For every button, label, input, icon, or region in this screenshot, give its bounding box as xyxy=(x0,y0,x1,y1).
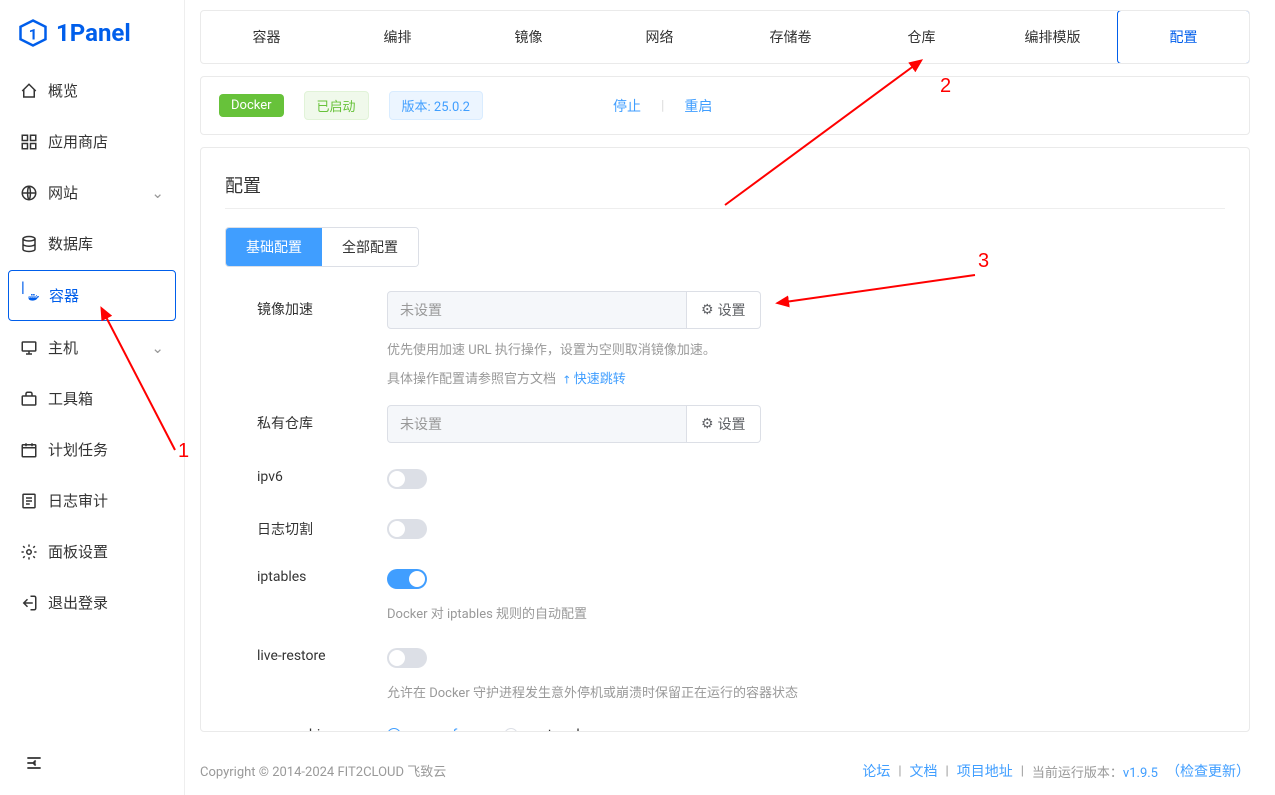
toolbox-icon xyxy=(20,390,38,408)
docker-badge: Docker xyxy=(219,94,284,117)
sidebar-item-appstore[interactable]: 应用商店 xyxy=(8,117,176,166)
footer-version: 当前运行版本：v1.9.5 xyxy=(1032,762,1158,781)
host-icon xyxy=(20,339,38,357)
sidebar-label: 数据库 xyxy=(48,233,93,254)
mirror-set-button[interactable]: ⚙ 设置 xyxy=(687,291,761,329)
logo-icon: 1 xyxy=(18,18,48,48)
liverestore-help: 允许在 Docker 守护进程发生意外停机或崩溃时保留正在运行的容器状态 xyxy=(387,682,987,701)
sidebar-label: 容器 xyxy=(49,285,79,306)
sidebar-item-host[interactable]: 主机 ⌄ xyxy=(8,323,176,372)
sidebar-label: 工具箱 xyxy=(48,388,93,409)
sidebar-item-website[interactable]: 网站 ⌄ xyxy=(8,168,176,217)
sidebar-item-logout[interactable]: 退出登录 xyxy=(8,578,176,627)
logcut-switch[interactable] xyxy=(387,519,427,539)
tab-config[interactable]: 配置 xyxy=(1117,10,1250,64)
sidebar-item-database[interactable]: 数据库 xyxy=(8,219,176,268)
calendar-icon xyxy=(20,441,38,459)
footer-project[interactable]: 项目地址 xyxy=(957,761,1013,781)
radio-icon xyxy=(387,728,401,732)
gear-icon: ⚙ xyxy=(701,416,714,432)
repo-label: 私有仓库 xyxy=(257,405,387,433)
tab-template[interactable]: 编排模版 xyxy=(987,11,1118,63)
chevron-down-icon: ⌄ xyxy=(151,339,164,357)
logo: 1 1Panel xyxy=(0,0,184,66)
apps-icon xyxy=(20,133,38,151)
subtab-all[interactable]: 全部配置 xyxy=(322,228,418,266)
radio-systemd[interactable]: systemd xyxy=(504,727,579,732)
logout-icon xyxy=(20,594,38,612)
repo-input[interactable]: 未设置 xyxy=(387,405,687,443)
tab-container[interactable]: 容器 xyxy=(201,11,332,63)
sidebar-collapse-button[interactable] xyxy=(24,753,44,777)
footer-checkupdate[interactable]: （检查更新） xyxy=(1166,761,1250,781)
iptables-label: iptables xyxy=(257,561,387,585)
tab-repo[interactable]: 仓库 xyxy=(856,11,987,63)
running-badge: 已启动 xyxy=(304,91,369,120)
cgroup-label: cgroup-driver xyxy=(257,719,387,732)
sidebar-item-crontab[interactable]: 计划任务 xyxy=(8,425,176,474)
stop-link[interactable]: 停止 xyxy=(613,96,641,116)
tab-compose[interactable]: 编排 xyxy=(332,11,463,63)
version-badge: 版本: 25.0.2 xyxy=(389,91,483,120)
log-icon xyxy=(20,492,38,510)
home-icon xyxy=(20,82,38,100)
subtab-basic[interactable]: 基础配置 xyxy=(226,228,322,266)
sidebar-label: 计划任务 xyxy=(48,439,108,460)
sidebar-label: 概览 xyxy=(48,80,78,101)
iptables-switch[interactable] xyxy=(387,569,427,589)
sidebar-item-overview[interactable]: 概览 xyxy=(8,66,176,115)
svg-text:1: 1 xyxy=(29,25,38,43)
status-bar: Docker 已启动 版本: 25.0.2 停止 | 重启 xyxy=(200,76,1250,135)
docker-icon: | xyxy=(21,287,39,305)
globe-icon xyxy=(20,184,38,202)
logcut-label: 日志切割 xyxy=(257,511,387,539)
tab-image[interactable]: 镜像 xyxy=(463,11,594,63)
mirror-help1: 优先使用加速 URL 执行操作，设置为空则取消镜像加速。 xyxy=(387,339,987,358)
copyright: Copyright © 2014-2024 FIT2CLOUD 飞致云 xyxy=(200,761,446,781)
sidebar-label: 退出登录 xyxy=(48,592,108,613)
mirror-quicklink[interactable]: ↗快速跳转 xyxy=(562,372,625,387)
mirror-input[interactable]: 未设置 xyxy=(387,291,687,329)
mirror-label: 镜像加速 xyxy=(257,291,387,319)
config-subtabs: 基础配置 全部配置 xyxy=(225,227,419,267)
sidebar-item-logaudit[interactable]: 日志审计 xyxy=(8,476,176,525)
sidebar-label: 应用商店 xyxy=(48,131,108,152)
sidebar-label: 日志审计 xyxy=(48,490,108,511)
chevron-down-icon: ⌄ xyxy=(151,184,164,202)
iptables-help: Docker 对 iptables 规则的自动配置 xyxy=(387,603,987,622)
gear-icon xyxy=(20,543,38,561)
mirror-help2: 具体操作配置请参照官方文档 xyxy=(387,372,556,387)
gear-icon: ⚙ xyxy=(701,302,714,318)
sidebar-label: 主机 xyxy=(48,337,78,358)
radio-cgroupfs[interactable]: cgroupfs xyxy=(387,727,464,732)
footer-forum[interactable]: 论坛 xyxy=(862,761,890,781)
liverestore-switch[interactable] xyxy=(387,648,427,668)
footer: Copyright © 2014-2024 FIT2CLOUD 飞致云 论坛 |… xyxy=(200,747,1250,795)
top-tabs: 容器 编排 镜像 网络 存储卷 仓库 编排模版 配置 xyxy=(200,10,1250,64)
tab-volume[interactable]: 存储卷 xyxy=(725,11,856,63)
repo-set-button[interactable]: ⚙ 设置 xyxy=(687,405,761,443)
logo-text: 1Panel xyxy=(56,19,131,47)
sidebar-item-settings[interactable]: 面板设置 xyxy=(8,527,176,576)
sidebar-label: 面板设置 xyxy=(48,541,108,562)
sidebar-label: 网站 xyxy=(48,182,78,203)
ipv6-switch[interactable] xyxy=(387,469,427,489)
ipv6-label: ipv6 xyxy=(257,461,387,485)
restart-link[interactable]: 重启 xyxy=(684,96,712,116)
footer-docs[interactable]: 文档 xyxy=(910,761,938,781)
config-title: 配置 xyxy=(225,172,1225,198)
sidebar-item-toolbox[interactable]: 工具箱 xyxy=(8,374,176,423)
radio-icon xyxy=(504,728,518,732)
tab-network[interactable]: 网络 xyxy=(594,11,725,63)
database-icon xyxy=(20,235,38,253)
sidebar-item-container[interactable]: | 容器 xyxy=(8,270,176,321)
liverestore-label: live-restore xyxy=(257,640,387,664)
